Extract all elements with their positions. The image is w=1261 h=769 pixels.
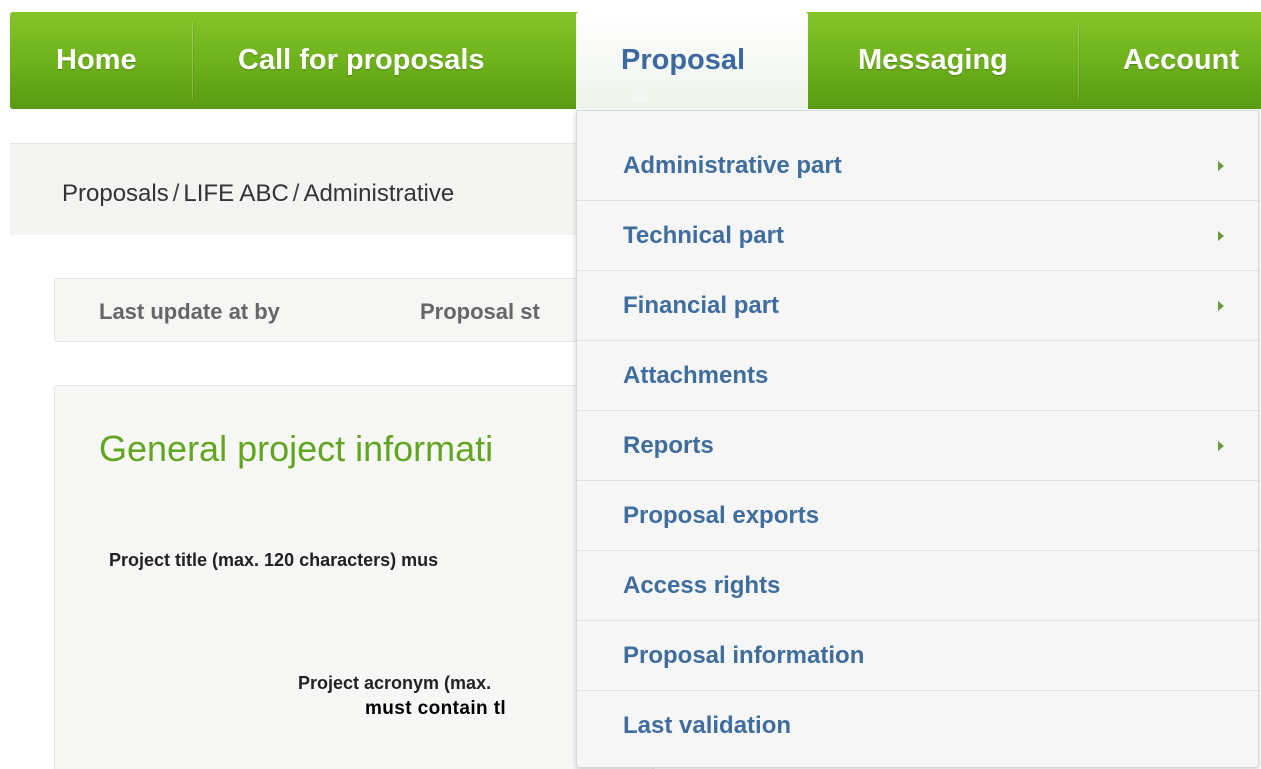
dropdown-caret-icon xyxy=(628,90,650,102)
submenu-arrow-icon xyxy=(1218,440,1224,451)
menu-item-access-rights[interactable]: Access rights xyxy=(577,551,1258,621)
section-title: General project informati xyxy=(99,428,494,469)
nav-call-for-proposals[interactable]: Call for proposals xyxy=(192,12,575,109)
general-info-panel: General project informati Project title … xyxy=(54,385,654,769)
menu-item-attachments[interactable]: Attachments xyxy=(577,341,1258,411)
nav-account[interactable]: Account xyxy=(1078,12,1261,109)
submenu-arrow-icon xyxy=(1218,160,1224,171)
must-contain-label: must contain tl xyxy=(365,698,507,719)
breadcrumb-separator: / xyxy=(172,180,180,207)
menu-item-label: Financial part xyxy=(623,291,780,319)
menu-item-reports[interactable]: Reports xyxy=(577,411,1258,481)
nav-messaging[interactable]: Messaging xyxy=(808,12,1078,109)
menu-item-last-validation[interactable]: Last validation xyxy=(577,691,1258,761)
submenu-arrow-icon xyxy=(1218,230,1224,241)
breadcrumb: Proposals / LIFE ABC / Administrative xyxy=(62,180,454,208)
project-acronym-label: Project acronym (max. xyxy=(298,673,492,693)
breadcrumb-bar: Proposals / LIFE ABC / Administrative xyxy=(10,143,630,235)
nav-proposal[interactable]: Proposal xyxy=(576,12,808,109)
menu-item-financial-part[interactable]: Financial part xyxy=(577,271,1258,341)
menu-item-label: Attachments xyxy=(623,361,769,389)
proposal-status-text: Proposal st xyxy=(420,299,540,324)
menu-item-label: Technical part xyxy=(623,221,784,249)
menu-item-label: Administrative part xyxy=(623,151,842,179)
submenu-arrow-icon xyxy=(1218,300,1224,311)
proposal-dropdown-menu: Administrative part Technical part Finan… xyxy=(576,110,1259,768)
nav-home[interactable]: Home xyxy=(10,12,192,109)
status-bar: Last update at by Proposal st xyxy=(54,278,634,342)
menu-item-administrative-part[interactable]: Administrative part xyxy=(577,131,1258,201)
menu-item-technical-part[interactable]: Technical part xyxy=(577,201,1258,271)
menu-item-label: Last validation xyxy=(623,712,792,739)
page: Home Call for proposals Proposal Messagi… xyxy=(0,0,1261,769)
breadcrumb-item-proposals[interactable]: Proposals xyxy=(62,180,169,207)
breadcrumb-item-administrative: Administrative xyxy=(303,180,455,207)
menu-item-label: Access rights xyxy=(623,571,781,599)
breadcrumb-separator: / xyxy=(292,180,300,207)
menu-item-label: Proposal exports xyxy=(623,501,820,529)
menu-item-label: Reports xyxy=(623,431,714,459)
project-title-label: Project title (max. 120 characters) mus xyxy=(109,550,439,570)
menu-item-proposal-exports[interactable]: Proposal exports xyxy=(577,481,1258,551)
menu-item-proposal-information[interactable]: Proposal information xyxy=(577,621,1258,691)
last-update-text: Last update at by xyxy=(99,299,280,324)
breadcrumb-item-life-abc[interactable]: LIFE ABC xyxy=(183,180,288,207)
menu-item-label: Proposal information xyxy=(623,641,865,669)
